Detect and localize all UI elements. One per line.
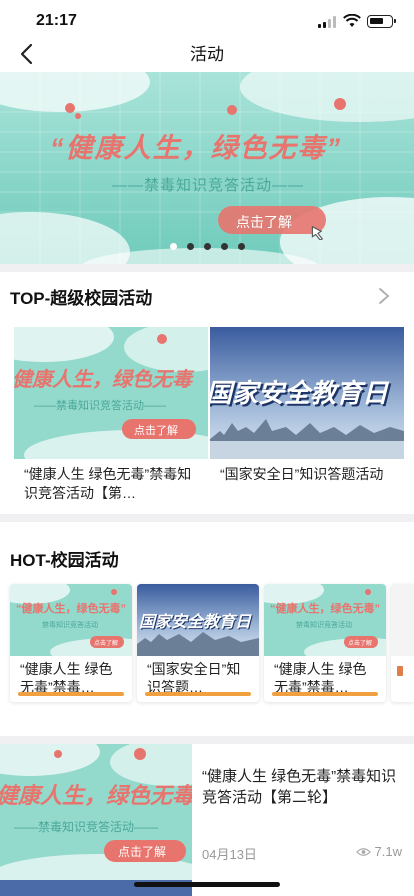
wifi-icon bbox=[343, 14, 361, 27]
chevron-right-icon[interactable] bbox=[378, 287, 390, 305]
hot-activities-section: HOT-校园活动 “健康人生，绿色无毒” 禁毒知识竞答活动 点击了解 “健康人生… bbox=[0, 522, 414, 736]
banner-subline: ——禁毒知识竞答活动—— bbox=[112, 177, 305, 194]
feed-item[interactable]: 健康人生，绿色无毒 ——禁毒知识竞答活动—— 点击了解 “健康人生 绿色无毒”禁… bbox=[0, 744, 414, 896]
page-title: 活动 bbox=[190, 45, 224, 64]
hero-banner[interactable]: “健康人生，绿色无毒” ——禁毒知识竞答活动—— 点击了解 bbox=[0, 72, 414, 264]
feed-caption: “健康人生 绿色无毒”禁毒知识竞答活动【第二轮】 bbox=[202, 768, 397, 806]
feed-thumbnail: 健康人生，绿色无毒 ——禁毒知识竞答活动—— 点击了解 bbox=[0, 744, 192, 880]
thumbnail-title: 健康人生，绿色无毒 bbox=[14, 369, 192, 391]
thumbnail-title: 国家安全教育日 bbox=[210, 378, 389, 408]
pagination-dot[interactable] bbox=[203, 243, 211, 250]
card-thumbnail: “健康人生，绿色无毒” 禁毒知识竞答活动 点击了解 bbox=[264, 584, 386, 656]
thumbnail-subtitle: 禁毒知识竞答活动 bbox=[42, 622, 98, 629]
section-title: TOP-超级校园活动 bbox=[10, 289, 153, 308]
pagination-dot[interactable] bbox=[237, 243, 245, 250]
card-accent-bar bbox=[272, 692, 378, 696]
banner-pagination[interactable] bbox=[0, 243, 414, 250]
card-thumbnail: 国家安全教育日 bbox=[137, 584, 259, 656]
eye-icon bbox=[355, 847, 371, 856]
feed-views: 7.1w bbox=[355, 844, 402, 859]
views-count: 7.1w bbox=[374, 844, 402, 859]
card-caption: “健康人生 绿色无毒”禁毒… bbox=[20, 661, 113, 695]
activity-card[interactable]: “健康人生，绿色无毒” 禁毒知识竞答活动 点击了解 “健康人生 绿色无毒”禁毒… bbox=[264, 584, 386, 702]
cellular-signal-icon bbox=[318, 16, 336, 28]
card-caption: “健康人生 绿色无毒”禁毒… bbox=[274, 661, 367, 695]
card-caption: “国家安全日”知识答题… bbox=[147, 661, 241, 695]
activity-card-partial[interactable] bbox=[391, 584, 414, 702]
battery-icon bbox=[367, 15, 396, 28]
thumbnail-button: 点击了解 bbox=[118, 845, 167, 859]
activity-card[interactable]: “健康人生，绿色无毒” 禁毒知识竞答活动 点击了解 “健康人生 绿色无毒”禁毒… bbox=[10, 584, 132, 702]
status-bar: 21:17 bbox=[0, 0, 414, 44]
feed-date: 04月13日 bbox=[202, 847, 257, 862]
banner-image bbox=[0, 72, 414, 264]
card-thumbnail: 国家安全教育日 bbox=[210, 327, 404, 459]
thumbnail-button: 点击了解 bbox=[94, 641, 119, 647]
thumbnail-button: 点击了解 bbox=[134, 425, 178, 437]
activity-card[interactable]: 健康人生，绿色无毒 ——禁毒知识竞答活动—— 点击了解 “健康人生 绿色无毒”禁… bbox=[14, 327, 208, 503]
card-caption: “健康人生 绿色无毒”禁毒知识竞答活动【第… bbox=[24, 466, 192, 501]
thumbnail-subtitle: ——禁毒知识竞答活动—— bbox=[14, 820, 159, 834]
home-indicator[interactable] bbox=[134, 882, 280, 887]
activity-card[interactable]: 国家安全教育日 “国家安全日”知识答题活动 bbox=[210, 327, 404, 503]
card-accent-bar bbox=[18, 692, 124, 696]
top-activities-section: TOP-超级校园活动 健康人生，绿色无毒 ——禁毒知识竞答活动—— 点击了解 “… bbox=[0, 272, 414, 514]
pagination-dot[interactable] bbox=[169, 243, 177, 250]
thumbnail-button: 点击了解 bbox=[348, 641, 373, 647]
thumbnail-title: “健康人生，绿色无毒” bbox=[16, 603, 126, 615]
banner-learn-more-button[interactable]: 点击了解 bbox=[236, 212, 292, 232]
status-time: 21:17 bbox=[36, 12, 77, 29]
pagination-dot[interactable] bbox=[186, 243, 194, 250]
nav-bar: 活动 bbox=[0, 43, 414, 72]
hand-pointer-icon bbox=[311, 225, 324, 240]
card-thumbnail: 健康人生，绿色无毒 ——禁毒知识竞答活动—— 点击了解 bbox=[14, 327, 208, 459]
banner-headline: “健康人生，绿色无毒” bbox=[50, 133, 342, 163]
activity-card[interactable]: 国家安全教育日 “国家安全日”知识答题… bbox=[137, 584, 259, 702]
thumbnail-title: 国家安全教育日 bbox=[139, 614, 252, 631]
thumbnail-subtitle: 禁毒知识竞答活动 bbox=[296, 622, 352, 629]
card-caption: “国家安全日”知识答题活动 bbox=[220, 466, 384, 482]
card-accent-bar bbox=[145, 692, 251, 696]
thumbnail-title: 健康人生，绿色无毒 bbox=[0, 783, 192, 808]
pagination-dot[interactable] bbox=[220, 243, 228, 250]
thumbnail-title: “健康人生，绿色无毒” bbox=[270, 603, 380, 615]
card-thumbnail: “健康人生，绿色无毒” 禁毒知识竞答活动 点击了解 bbox=[10, 584, 132, 656]
section-title: HOT-校园活动 bbox=[10, 551, 119, 570]
thumbnail-subtitle: ——禁毒知识竞答活动—— bbox=[34, 400, 166, 412]
